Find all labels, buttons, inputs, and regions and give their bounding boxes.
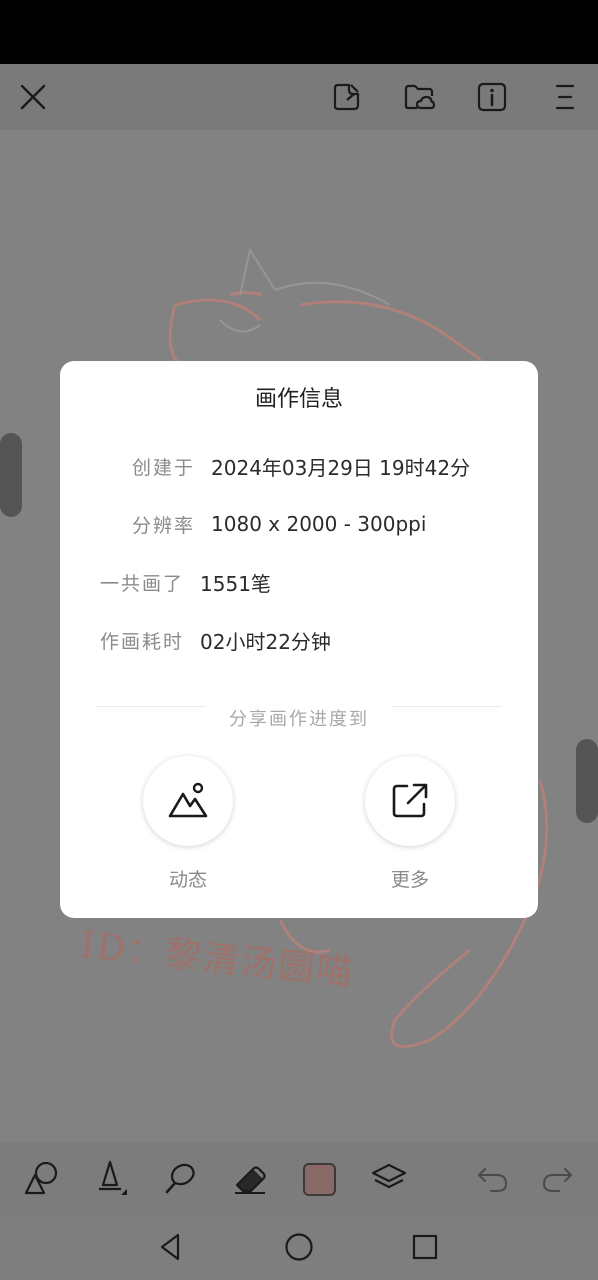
recents-icon	[412, 1234, 438, 1260]
menu-button[interactable]	[546, 78, 584, 116]
layers-button[interactable]	[369, 1158, 409, 1198]
bottom-toolbar	[0, 1142, 598, 1214]
undo-icon	[478, 1168, 508, 1192]
cloud-folder-button[interactable]	[400, 78, 438, 116]
left-slider-handle[interactable]	[0, 433, 22, 517]
smudge-tool-button[interactable]	[160, 1158, 200, 1198]
menu-icon	[555, 84, 575, 110]
close-icon	[20, 84, 46, 110]
eraser-icon	[235, 1166, 266, 1194]
eraser-tool-button[interactable]	[230, 1158, 270, 1198]
dialog-title: 画作信息	[254, 387, 343, 412]
pen-tool-button[interactable]	[90, 1158, 130, 1198]
info-value: 2024年03月29日 19时42分	[211, 455, 471, 480]
system-nav-bar	[0, 1214, 598, 1280]
artwork-info-dialog: 画作信息 创建于 2024年03月29日 19时42分 分辨率 1080 x 2…	[60, 361, 538, 918]
sticker-icon	[333, 83, 360, 111]
shapes-icon	[24, 1161, 58, 1195]
sticker-button[interactable]	[327, 78, 365, 116]
undo-button[interactable]	[472, 1158, 512, 1198]
home-icon	[285, 1233, 313, 1261]
info-label: 作画耗时	[100, 630, 185, 653]
back-button[interactable]	[154, 1230, 188, 1264]
info-label: 创建于	[132, 456, 196, 479]
share-more-label: 更多	[390, 869, 429, 891]
info-row-created: 创建于 2024年03月29日 19时42分	[132, 451, 470, 481]
share-more-button[interactable]	[365, 756, 455, 846]
top-toolbar	[0, 64, 598, 130]
back-icon	[160, 1233, 180, 1261]
share-section-title: 分享画作进度到	[229, 709, 369, 730]
smudge-icon	[165, 1163, 195, 1194]
share-moments-button[interactable]	[143, 756, 233, 846]
info-value: 02小时22分钟	[200, 629, 331, 654]
close-button[interactable]	[14, 78, 52, 116]
shapes-tool-button[interactable]	[21, 1158, 61, 1198]
layers-icon	[371, 1163, 407, 1189]
info-row-resolution: 分辨率 1080 x 2000 - 300ppi	[132, 509, 426, 539]
info-label: 分辨率	[132, 514, 196, 537]
share-moments-label: 动态	[168, 869, 207, 891]
info-label: 一共画了	[100, 572, 185, 595]
image-icon	[168, 782, 208, 818]
info-value: 1080 x 2000 - 300ppi	[211, 512, 427, 536]
info-button[interactable]	[473, 78, 511, 116]
external-link-icon	[392, 783, 428, 818]
info-row-stroke-count: 一共画了 1551笔	[100, 567, 271, 597]
recents-button[interactable]	[408, 1230, 442, 1264]
info-icon	[477, 82, 507, 112]
cloud-folder-icon	[404, 84, 436, 110]
right-slider-handle[interactable]	[576, 739, 598, 823]
info-row-drawing-time: 作画耗时 02小时22分钟	[100, 625, 331, 655]
pen-icon	[99, 1160, 127, 1195]
redo-button[interactable]	[538, 1158, 578, 1198]
home-button[interactable]	[282, 1230, 316, 1264]
status-bar	[0, 0, 598, 64]
redo-icon	[542, 1168, 572, 1192]
color-swatch[interactable]	[303, 1163, 336, 1196]
info-value: 1551笔	[200, 571, 271, 596]
